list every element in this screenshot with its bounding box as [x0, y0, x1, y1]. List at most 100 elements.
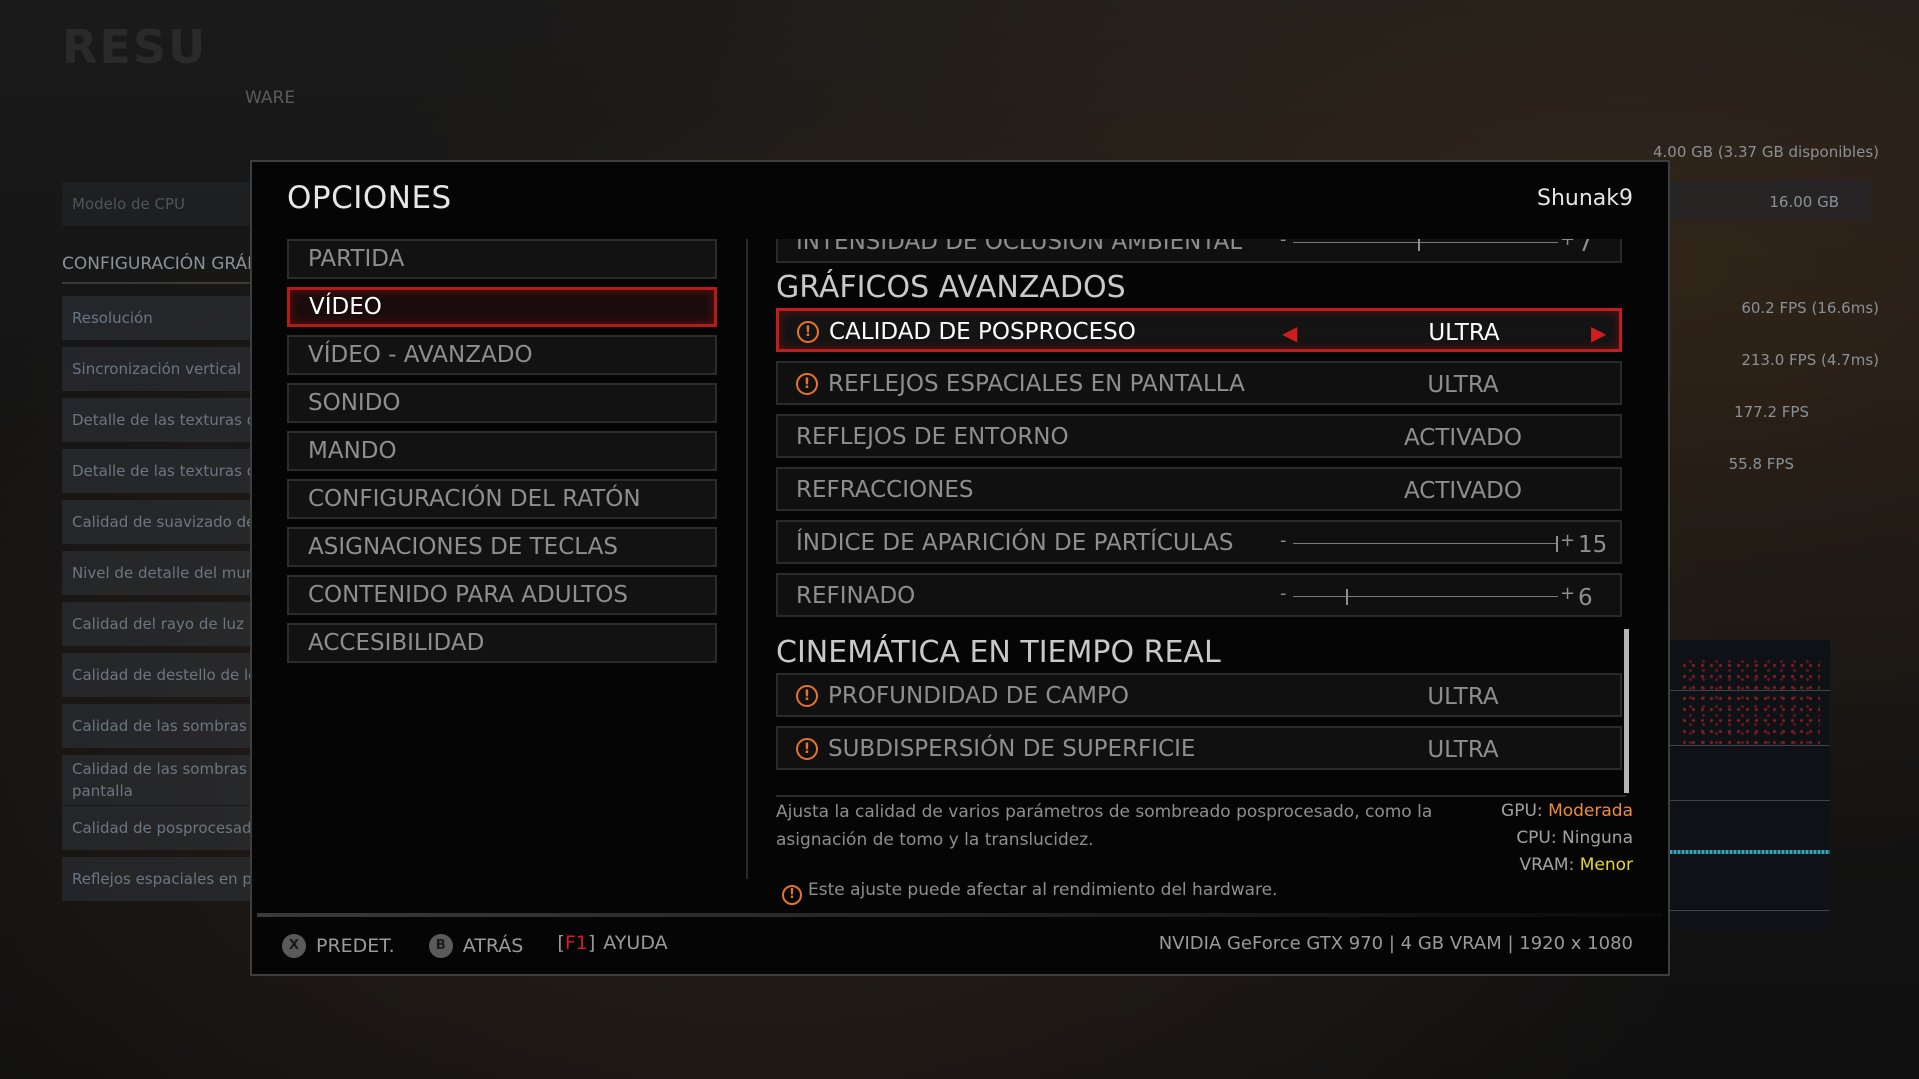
background-value: 16.00 GB — [1769, 193, 1839, 211]
gpu-impact-label: GPU: — [1501, 801, 1543, 821]
setting-value: ULTRA — [1427, 372, 1499, 398]
setting-value: ULTRA — [1428, 320, 1500, 346]
background-row: Calidad de las sombras — [62, 704, 252, 748]
background-cpu-label: Modelo de CPU — [62, 182, 252, 226]
setting-label: CALIDAD DE POSPROCESO — [829, 319, 1136, 345]
slider-value: 7 — [1578, 239, 1593, 257]
background-row: Reflejos espaciales en p — [62, 857, 252, 901]
arrow-right-icon[interactable]: ▶ — [1591, 321, 1606, 345]
default-button-label: PREDET. — [316, 935, 395, 957]
slider-knob[interactable] — [1346, 589, 1348, 605]
warning-icon: ! — [797, 321, 819, 343]
setting-refractions[interactable]: REFRACCIONES ACTIVADO — [776, 467, 1622, 511]
menu-item-sound[interactable]: SONIDO — [287, 383, 717, 423]
menu-item-controller[interactable]: MANDO — [287, 431, 717, 471]
performance-impact: GPU: Moderada CPU: Ninguna VRAM: Menor — [1501, 798, 1633, 879]
setting-label: INTENSIDAD DE OCLUSIÓN AMBIENTAL — [796, 239, 1243, 255]
setting-label: PROFUNDIDAD DE CAMPO — [828, 683, 1129, 709]
slider-track[interactable] — [1293, 239, 1558, 251]
slider-value: 15 — [1578, 532, 1608, 558]
background-row: Sincronización vertical — [62, 347, 252, 391]
gpu-impact-value: Moderada — [1548, 801, 1633, 821]
settings-scrollbar[interactable] — [1624, 629, 1629, 793]
warning-icon: ! — [796, 685, 818, 707]
cpu-impact-label: CPU: — [1516, 828, 1557, 848]
menu-item-mouse-config[interactable]: CONFIGURACIÓN DEL RATÓN — [287, 479, 717, 519]
settings-pane: INTENSIDAD DE OCLUSIÓN AMBIENTAL - + 7 G… — [776, 239, 1626, 793]
setting-environment-reflections[interactable]: REFLEJOS DE ENTORNO ACTIVADO — [776, 414, 1622, 458]
setting-depth-of-field[interactable]: ! PROFUNDIDAD DE CAMPO ULTRA — [776, 673, 1622, 717]
arrow-left-icon[interactable]: ◀ — [1282, 321, 1297, 345]
setting-description: Ajusta la calidad de varios parámetros d… — [776, 802, 1433, 850]
graph-gridline — [1670, 800, 1830, 801]
graph-trace — [1670, 850, 1830, 854]
background-row: Calidad de posprocesad — [62, 806, 252, 850]
menu-item-key-bindings[interactable]: ASIGNACIONES DE TECLAS — [287, 527, 717, 567]
description-divider — [776, 795, 1626, 797]
setting-particle-spawn-rate[interactable]: ÍNDICE DE APARICIÓN DE PARTÍCULAS - + 15 — [776, 520, 1622, 564]
setting-screen-space-reflections[interactable]: ! REFLEJOS ESPACIALES EN PANTALLA ULTRA — [776, 361, 1622, 405]
background-value: 177.2 FPS — [1734, 403, 1809, 421]
background-tab: WARE — [245, 88, 296, 108]
slider-minus[interactable]: - — [1280, 530, 1287, 551]
hardware-info: NVIDIA GeForce GTX 970 | 4 GB VRAM | 192… — [1158, 933, 1633, 954]
setting-label: REFLEJOS DE ENTORNO — [796, 424, 1069, 450]
setting-label: REFINADO — [796, 583, 916, 609]
background-row: Calidad de destello de le — [62, 653, 252, 697]
background-row: Nivel de detalle del mun — [62, 551, 252, 595]
hardware-warning-text: Este ajuste puede afectar al rendimiento… — [808, 880, 1278, 900]
slider-track[interactable] — [1293, 589, 1558, 605]
menu-item-adult-content[interactable]: CONTENIDO PARA ADULTOS — [287, 575, 717, 615]
menu-item-video-advanced[interactable]: VÍDEO - AVANZADO — [287, 335, 717, 375]
slider-minus[interactable]: - — [1280, 239, 1287, 250]
background-divider — [62, 282, 252, 284]
slider-track[interactable] — [1293, 536, 1558, 552]
setting-value: ACTIVADO — [1403, 478, 1523, 504]
background-config-title: CONFIGURACIÓN GRÁF — [62, 254, 257, 274]
setting-value: ULTRA — [1427, 684, 1499, 710]
menu-item-video[interactable]: VÍDEO — [287, 287, 717, 327]
slider-value: 6 — [1578, 585, 1593, 611]
graph-gridline — [1670, 910, 1830, 911]
footer-divider — [257, 913, 1662, 917]
setting-label: REFRACCIONES — [796, 477, 974, 503]
footer-actions: X PREDET. B ATRÁS [F1] AYUDA — [282, 932, 696, 958]
vram-impact-value: Menor — [1579, 855, 1633, 875]
background-row: Detalle de las texturas d — [62, 398, 252, 442]
slider-plus[interactable]: + — [1560, 239, 1575, 250]
background-title: RESU — [62, 20, 208, 74]
slider-knob[interactable] — [1556, 536, 1558, 552]
f1-key-icon: [F1] — [557, 932, 596, 954]
background-row: Calidad de las sombras pantalla — [62, 755, 252, 805]
slider-minus[interactable]: - — [1280, 583, 1287, 604]
setting-label: ÍNDICE DE APARICIÓN DE PARTÍCULAS — [796, 530, 1234, 556]
background-value: 4.00 GB (3.37 GB disponibles) — [1652, 143, 1879, 161]
help-button-label: AYUDA — [603, 932, 668, 954]
slider-plus[interactable]: + — [1560, 530, 1575, 551]
section-advanced-graphics: GRÁFICOS AVANZADOS — [776, 270, 1126, 305]
cpu-impact-value: Ninguna — [1562, 828, 1633, 848]
slider-plus[interactable]: + — [1560, 583, 1575, 604]
menu-item-partida[interactable]: PARTIDA — [287, 239, 717, 279]
options-menu: PARTIDA VÍDEO VÍDEO - AVANZADO SONIDO MA… — [287, 239, 717, 671]
warning-icon: ! — [796, 738, 818, 760]
help-button[interactable]: [F1] AYUDA — [557, 932, 667, 954]
setting-ambient-occlusion[interactable]: INTENSIDAD DE OCLUSIÓN AMBIENTAL - + 7 — [776, 239, 1622, 263]
modal-title: OPCIONES — [287, 180, 452, 216]
setting-postprocess-quality[interactable]: ! CALIDAD DE POSPROCESO ◀ ULTRA ▶ — [776, 308, 1622, 352]
f1-key-label: F1 — [564, 932, 588, 954]
back-button[interactable]: B ATRÁS — [428, 934, 523, 958]
setting-subsurface-scattering[interactable]: ! SUBDISPERSIÓN DE SUPERFICIE ULTRA — [776, 726, 1622, 770]
slider-knob[interactable] — [1418, 239, 1420, 251]
menu-item-accessibility[interactable]: ACCESIBILIDAD — [287, 623, 717, 663]
default-button[interactable]: X PREDET. — [282, 934, 395, 958]
vram-impact-label: VRAM: — [1519, 855, 1575, 875]
warning-icon: ! — [796, 373, 818, 395]
b-button-icon: B — [428, 934, 453, 958]
user-name: Shunak9 — [1536, 186, 1633, 211]
warning-icon: ! — [782, 885, 802, 905]
background-row: Resolución — [62, 296, 252, 340]
setting-sharpening[interactable]: REFINADO - + 6 — [776, 573, 1622, 617]
section-realtime-cinematics: CINEMÁTICA EN TIEMPO REAL — [776, 635, 1221, 670]
background-value: 60.2 FPS (16.6ms) — [1741, 299, 1879, 317]
